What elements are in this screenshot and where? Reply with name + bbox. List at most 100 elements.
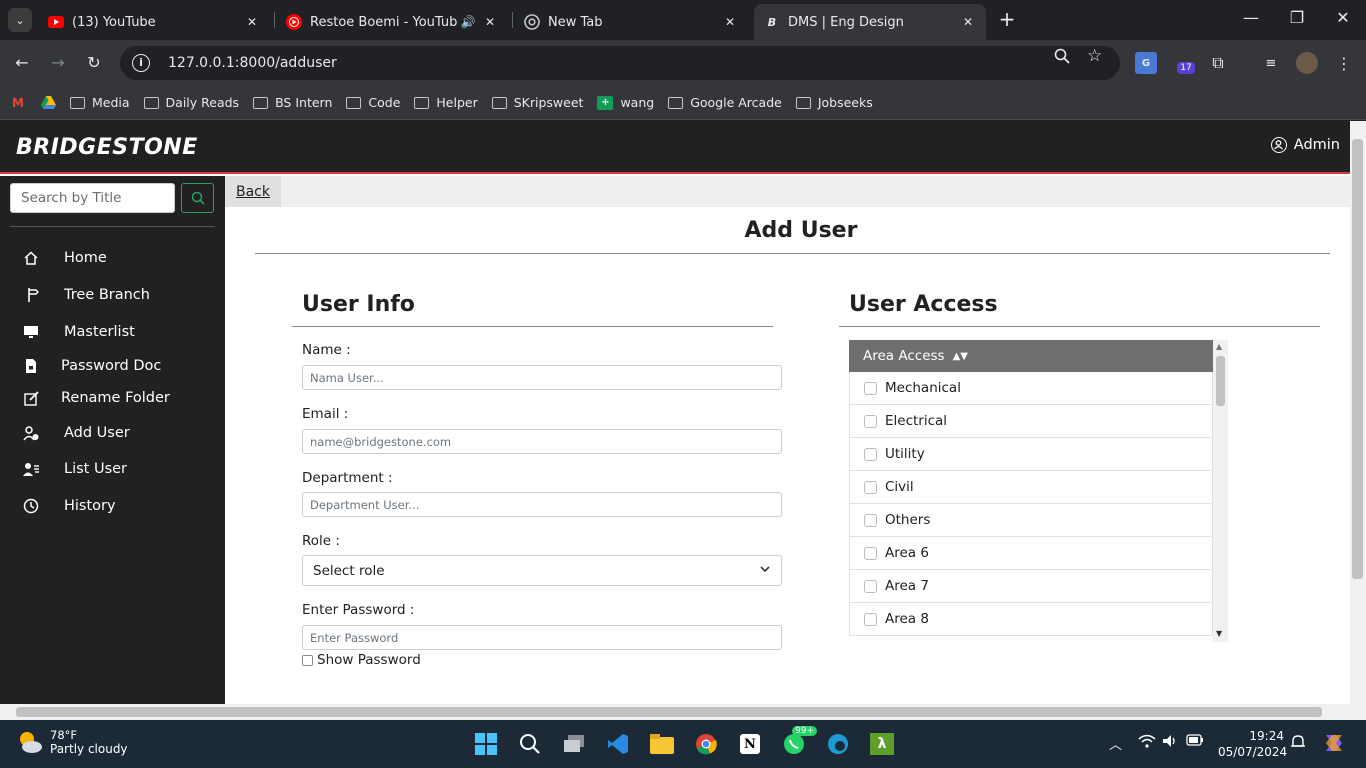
whatsapp-icon[interactable]: 99+ — [780, 726, 817, 758]
sidebar-item-home[interactable]: Home — [22, 249, 107, 267]
reload-icon[interactable]: ↻ — [83, 52, 105, 74]
list-item[interactable]: Area 7 — [849, 570, 1213, 603]
bookmark-wang[interactable]: + wang — [597, 95, 654, 110]
lambda-app-icon[interactable]: λ — [868, 730, 896, 758]
restore-icon[interactable]: ❐ — [1282, 8, 1312, 27]
area-checkbox[interactable] — [864, 381, 877, 395]
area-checkbox[interactable] — [864, 513, 877, 527]
profile-avatar[interactable] — [1296, 52, 1318, 74]
tab-dms-eng-design[interactable]: B DMS | Eng Design ✕ — [754, 4, 986, 40]
bookmark-google-arcade[interactable]: Google Arcade — [668, 95, 782, 110]
sidebar-item-rename-folder[interactable]: Rename Folder — [22, 389, 170, 407]
list-item[interactable]: Others — [849, 504, 1213, 537]
sidebar-item-tree-branch[interactable]: Tree Branch — [22, 286, 150, 304]
drive-bookmark[interactable] — [40, 96, 60, 110]
chevron-up-icon[interactable]: ︿ — [1109, 734, 1122, 753]
scroll-up-icon[interactable]: ▲ — [1216, 342, 1222, 351]
media-control-icon[interactable]: ≡ — [1260, 52, 1282, 74]
windows-start-icon[interactable] — [472, 730, 500, 758]
speaker-icon[interactable]: 🔊 — [460, 15, 476, 29]
sidebar-item-masterlist[interactable]: Masterlist — [22, 323, 135, 341]
more-menu-icon[interactable]: ⋮ — [1333, 52, 1355, 74]
back-arrow-icon[interactable]: ← — [11, 52, 33, 74]
temperature: 78°F — [50, 728, 77, 742]
tab-search-button[interactable]: ⌄ — [8, 8, 32, 32]
scroll-down-icon[interactable]: ▼ — [1216, 629, 1222, 638]
password-field[interactable]: Enter Password — [302, 625, 782, 650]
zoom-icon[interactable] — [1054, 48, 1070, 68]
list-item[interactable]: Electrical — [849, 405, 1213, 438]
close-icon[interactable]: ✕ — [722, 15, 738, 29]
list-item[interactable]: Area 8 — [849, 603, 1213, 636]
weather-widget[interactable]: 78°F Partly cloudy — [16, 728, 128, 756]
department-field[interactable]: Department User... — [302, 492, 782, 517]
show-password-checkbox[interactable] — [302, 654, 313, 666]
list-item[interactable]: Mechanical — [849, 372, 1213, 405]
sidebar-item-list-user[interactable]: List User — [22, 460, 127, 478]
bookmark-code[interactable]: Code — [346, 95, 400, 110]
notification-bell-icon[interactable] — [1291, 734, 1305, 754]
bookmark-jobseeks[interactable]: Jobseeks — [795, 95, 873, 110]
extension-icon[interactable]: 17 — [1175, 52, 1197, 74]
battery-icon[interactable] — [1186, 734, 1204, 750]
search-button[interactable] — [181, 183, 214, 213]
address-bar[interactable]: i 127.0.0.1:8000/adduser — [120, 46, 1120, 80]
sidebar-item-add-user[interactable]: Add User — [22, 424, 130, 442]
close-icon[interactable]: ✕ — [244, 15, 260, 29]
edge-icon[interactable] — [824, 730, 852, 758]
google-translate-icon[interactable]: G — [1135, 52, 1157, 74]
new-tab-button[interactable]: + — [996, 8, 1018, 30]
search-icon[interactable] — [516, 730, 544, 758]
chrome-icon[interactable] — [692, 730, 720, 758]
gmail-bookmark[interactable]: M — [10, 96, 30, 110]
close-icon[interactable]: ✕ — [960, 15, 976, 29]
area-checkbox[interactable] — [864, 579, 877, 593]
admin-menu[interactable]: Admin — [1270, 137, 1340, 153]
vscode-icon[interactable] — [604, 730, 632, 758]
area-checkbox[interactable] — [864, 546, 877, 560]
copilot-icon[interactable] — [1322, 731, 1346, 759]
system-clock[interactable]: 19:24 05/07/2024 — [1218, 728, 1287, 760]
tab-youtube[interactable]: (13) YouTube ✕ — [38, 4, 270, 40]
bookmark-media[interactable]: Media — [70, 95, 130, 110]
bookmark-skripsweet[interactable]: SKripsweet — [491, 95, 583, 110]
area-checkbox[interactable] — [864, 447, 877, 461]
page-vertical-scroll-thumb[interactable] — [1352, 139, 1363, 579]
bridgestone-logo[interactable]: BRIDGESTONE — [16, 135, 198, 160]
wifi-icon[interactable] — [1138, 734, 1156, 752]
close-window-icon[interactable]: ✕ — [1328, 8, 1358, 27]
bookmark-helper[interactable]: Helper — [414, 95, 478, 110]
notion-icon[interactable]: N — [736, 730, 764, 758]
sidebar-item-password-doc[interactable]: Password Doc — [22, 357, 161, 375]
area-access-header[interactable]: Area Access ▲▼ — [849, 340, 1213, 372]
back-link[interactable]: Back — [225, 176, 281, 207]
list-item[interactable]: Area 6 — [849, 537, 1213, 570]
email-field[interactable]: name@bridgestone.com — [302, 429, 782, 454]
bookmark-bs-intern[interactable]: BS Intern — [253, 95, 332, 110]
show-password-toggle[interactable]: Show Password — [302, 652, 421, 668]
list-item[interactable]: Utility — [849, 438, 1213, 471]
area-list-scroll-thumb[interactable] — [1216, 356, 1225, 406]
bookmark-star-icon[interactable]: ☆ — [1087, 46, 1102, 66]
close-icon[interactable]: ✕ — [482, 15, 498, 29]
tab-youtube-music[interactable]: Restoe Boemi - YouTube Mu 🔊 ✕ — [276, 4, 508, 40]
area-checkbox[interactable] — [864, 480, 877, 494]
role-select[interactable]: Select role — [302, 555, 782, 586]
minimize-icon[interactable]: — — [1236, 8, 1266, 27]
name-field[interactable]: Nama User... — [302, 365, 782, 390]
extensions-puzzle-icon[interactable]: ⧉ — [1207, 52, 1229, 74]
file-explorer-icon[interactable] — [648, 730, 676, 758]
area-checkbox[interactable] — [864, 612, 877, 626]
task-view-icon[interactable] — [560, 730, 588, 758]
site-info-icon[interactable]: i — [132, 54, 150, 72]
list-item[interactable]: Civil — [849, 471, 1213, 504]
area-checkbox[interactable] — [864, 414, 877, 428]
sort-icon[interactable]: ▲▼ — [953, 351, 968, 362]
sidebar-item-history[interactable]: History — [22, 497, 116, 515]
forward-arrow-icon[interactable]: → — [47, 52, 69, 74]
volume-icon[interactable] — [1162, 734, 1178, 752]
page-horizontal-scroll-thumb[interactable] — [16, 707, 1322, 717]
bookmark-daily-reads[interactable]: Daily Reads — [143, 95, 239, 110]
tab-new-tab[interactable]: New Tab ✕ — [514, 4, 748, 40]
search-input[interactable]: Search by Title — [10, 183, 175, 213]
